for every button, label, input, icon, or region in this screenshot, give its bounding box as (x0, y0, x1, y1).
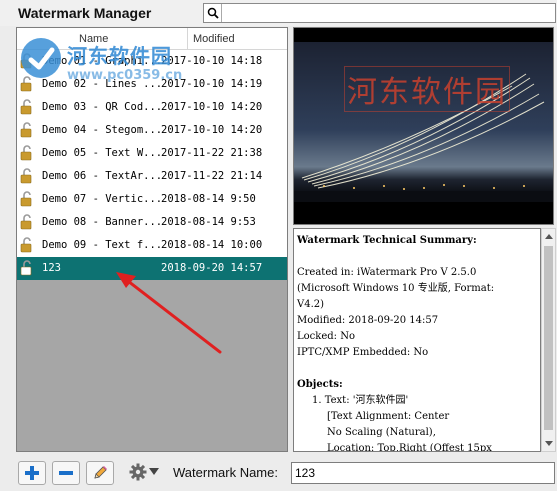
summary-scrollbar[interactable] (541, 228, 556, 452)
summary-object-location: Location: Top,Right (Offest 15px (327, 443, 492, 452)
watermark-list: Demo 01 - Graphi... 2017-10-10 14:18 Demo … (17, 50, 287, 280)
watermark-modified-date: 2017-10-10 14:19 (161, 78, 263, 90)
lock-open-icon (20, 191, 32, 207)
summary-object-alignment: [Text Alignment: Center (327, 411, 450, 422)
watermark-name: Demo 02 - Lines ... (42, 78, 160, 90)
watermark-name: Demo 03 - QR Cod... (42, 101, 160, 113)
pencil-icon (94, 466, 107, 479)
watermark-modified-date: 2017-10-10 14:20 (161, 101, 263, 113)
dropdown-arrow-icon (149, 468, 159, 475)
watermark-list-row[interactable]: Demo 03 - QR Cod... 2017-10-10 14:20 (17, 96, 287, 119)
column-divider (187, 28, 188, 49)
watermark-name-label: Watermark Name: (173, 465, 278, 480)
watermark-name: Demo 06 - TextAr... (42, 170, 160, 182)
lock-open-icon (20, 168, 32, 184)
summary-heading: Watermark Technical Summary: (297, 235, 477, 246)
summary-object-1: 1. Text: '河东软件园' (312, 395, 409, 406)
summary-os-line2: V4.2) (297, 299, 325, 310)
edit-watermark-button[interactable] (86, 461, 114, 485)
preview-image (294, 28, 553, 224)
watermark-name: Demo 08 - Banner... (42, 216, 160, 228)
settings-menu-button[interactable] (129, 463, 159, 481)
watermark-list-row[interactable]: Demo 02 - Lines ... 2017-10-10 14:19 (17, 73, 287, 96)
lock-open-icon (20, 76, 32, 92)
column-header-name[interactable]: Name (79, 33, 108, 45)
search-icon[interactable] (204, 4, 222, 22)
minus-icon (59, 471, 73, 475)
search-box[interactable] (203, 3, 556, 23)
gear-icon (129, 463, 147, 481)
watermark-list-row[interactable]: Demo 07 - Vertic... 2018-08-14 9:50 (17, 188, 287, 211)
lock-open-icon (20, 237, 32, 253)
watermark-modified-date: 2017-11-22 21:14 (161, 170, 263, 182)
summary-objects-heading: Objects: (297, 379, 343, 390)
summary-created: Created in: iWatermark Pro V 2.5.0 (297, 267, 477, 278)
watermark-preview: 河东软件园 (293, 27, 554, 225)
watermark-name: Demo 07 - Vertic... (42, 193, 160, 205)
scrollbar-thumb[interactable] (544, 246, 553, 430)
watermark-name: 123 (42, 262, 61, 274)
scroll-up-arrow-icon[interactable] (542, 229, 555, 244)
add-watermark-button[interactable] (18, 461, 46, 485)
window-title: Watermark Manager (18, 5, 152, 21)
column-header-modified[interactable]: Modified (193, 33, 235, 45)
bottom-toolbar: Watermark Name: (0, 456, 557, 491)
watermark-list-row[interactable]: Demo 04 - Stegom... 2017-10-10 14:20 (17, 119, 287, 142)
watermark-list-row[interactable]: Demo 09 - Text f... 2018-08-14 10:00 (17, 234, 287, 257)
lock-open-icon (20, 214, 32, 230)
preview-watermark-text: 河东软件园 (344, 66, 510, 112)
summary-object-scaling: No Scaling (Natural), (327, 427, 436, 438)
watermark-modified-date: 2017-10-10 14:20 (161, 124, 263, 136)
watermark-modified-date: 2017-10-10 14:18 (161, 55, 263, 67)
watermark-modified-date: 2017-11-22 21:38 (161, 147, 263, 159)
watermark-name: Demo 05 - Text W... (42, 147, 160, 159)
summary-iptc: IPTC/XMP Embedded: No (297, 347, 429, 358)
watermark-modified-date: 2018-08-14 9:50 (161, 193, 256, 205)
lock-open-icon (20, 53, 32, 69)
watermark-modified-date: 2018-09-20 14:57 (161, 262, 263, 274)
list-header: Name Modified (17, 28, 287, 50)
summary-modified: Modified: 2018-09-20 14:57 (297, 315, 439, 326)
plus-icon (25, 466, 39, 480)
technical-summary: Watermark Technical Summary: Created in:… (293, 228, 541, 452)
watermark-name: Demo 01 - Graphi... (42, 55, 160, 67)
watermark-list-row[interactable]: Demo 05 - Text W... 2017-11-22 21:38 (17, 142, 287, 165)
scroll-down-arrow-icon[interactable] (542, 436, 555, 451)
watermark-name: Demo 04 - Stegom... (42, 124, 160, 136)
watermark-list-row[interactable]: Demo 06 - TextAr... 2017-11-22 21:14 (17, 165, 287, 188)
lock-open-icon (20, 260, 32, 276)
remove-watermark-button[interactable] (52, 461, 80, 485)
summary-locked: Locked: No (297, 331, 355, 342)
top-bar: Watermark Manager (0, 0, 557, 26)
watermark-modified-date: 2018-08-14 10:00 (161, 239, 263, 251)
search-input[interactable] (222, 4, 555, 22)
watermark-list-row[interactable]: Demo 01 - Graphi... 2017-10-10 14:18 (17, 50, 287, 73)
watermark-name: Demo 09 - Text f... (42, 239, 160, 251)
lock-open-icon (20, 145, 32, 161)
watermark-name-input[interactable] (291, 462, 555, 484)
lock-open-icon (20, 99, 32, 115)
watermark-list-panel: Name Modified Demo 01 - Graphi... 2017-10… (16, 27, 288, 452)
watermark-list-row[interactable]: 123 2018-09-20 14:57 (17, 257, 287, 280)
lock-open-icon (20, 122, 32, 138)
summary-os-line1: (Microsoft Windows 10 专业版, Format: (297, 283, 495, 294)
watermark-modified-date: 2018-08-14 9:53 (161, 216, 256, 228)
watermark-list-row[interactable]: Demo 08 - Banner... 2018-08-14 9:53 (17, 211, 287, 234)
